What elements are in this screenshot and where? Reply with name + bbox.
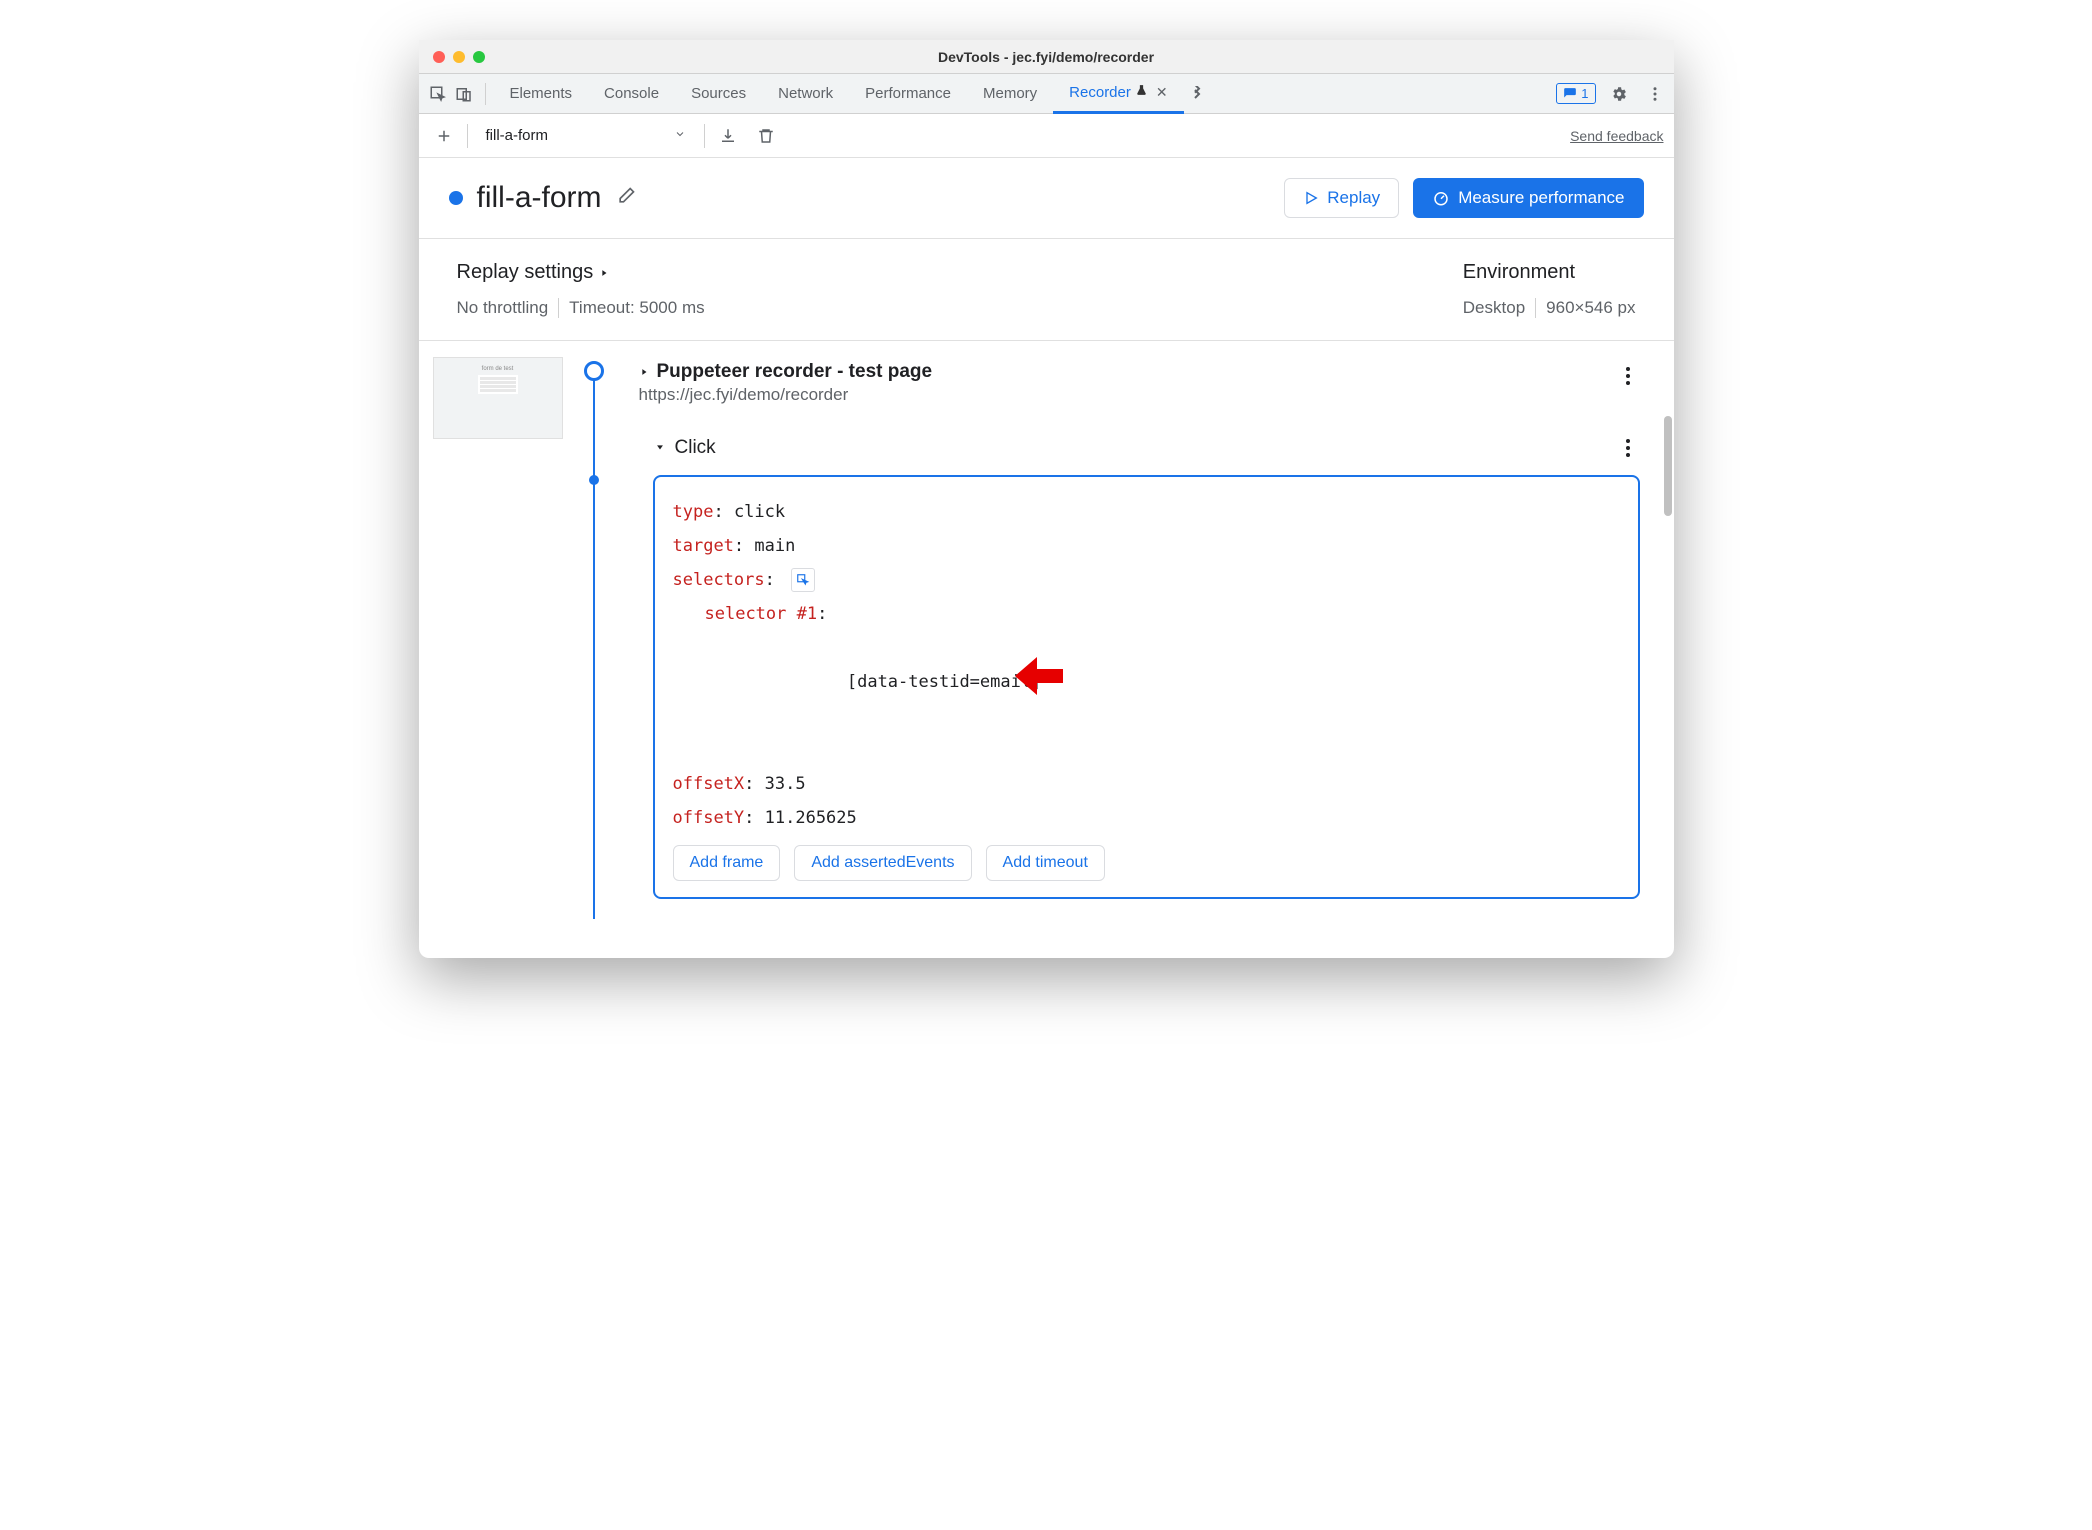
field-selector1-key: selector #1 xyxy=(705,604,818,624)
field-type-key: type xyxy=(673,502,714,522)
device-toggle-icon[interactable] xyxy=(451,81,477,107)
field-target-key: target xyxy=(673,536,734,556)
kebab-menu-icon[interactable] xyxy=(1642,81,1668,107)
tab-console[interactable]: Console xyxy=(588,74,675,114)
step-initial-url: https://jec.fyi/demo/recorder xyxy=(639,385,1616,405)
recording-status-dot xyxy=(449,191,463,205)
devtools-tabs: Elements Console Sources Network Perform… xyxy=(419,74,1674,114)
inspect-icon[interactable] xyxy=(425,81,451,107)
tab-sources[interactable]: Sources xyxy=(675,74,762,114)
recorder-toolbar: fill-a-form Send feedback xyxy=(419,114,1674,158)
measure-button-label: Measure performance xyxy=(1458,188,1624,208)
step-menu-icon[interactable] xyxy=(1616,361,1640,405)
issues-badge[interactable]: 1 xyxy=(1556,83,1595,104)
field-type-value[interactable]: click xyxy=(734,502,785,522)
field-offsety-value[interactable]: 11.265625 xyxy=(765,808,857,828)
measure-performance-button[interactable]: Measure performance xyxy=(1413,178,1643,218)
chevron-down-icon xyxy=(674,127,686,144)
recording-dropdown[interactable]: fill-a-form xyxy=(476,121,696,151)
tab-recorder-label: Recorder xyxy=(1069,84,1131,101)
recording-title: fill-a-form xyxy=(477,181,602,215)
replay-button-label: Replay xyxy=(1327,188,1380,208)
window-titlebar: DevTools - jec.fyi/demo/recorder xyxy=(419,40,1674,74)
tab-memory[interactable]: Memory xyxy=(967,74,1053,114)
field-selectors-key: selectors xyxy=(673,570,765,590)
tab-recorder[interactable]: Recorder ✕ xyxy=(1053,74,1183,114)
issues-count: 1 xyxy=(1581,86,1588,101)
field-offsety-key: offsetY xyxy=(673,808,745,828)
send-feedback-link[interactable]: Send feedback xyxy=(1570,128,1663,144)
page-thumbnail: form de test xyxy=(433,357,563,439)
new-recording-icon[interactable] xyxy=(429,121,459,151)
timeline-area: form de test Puppeteer recorder - test p… xyxy=(419,341,1674,919)
export-icon[interactable] xyxy=(713,121,743,151)
scrollbar[interactable] xyxy=(1664,416,1672,516)
step-initial-toggle[interactable]: Puppeteer recorder - test page xyxy=(639,361,1616,383)
field-target-value[interactable]: main xyxy=(754,536,795,556)
environment-device: Desktop xyxy=(1463,298,1525,318)
timeline-line xyxy=(593,371,595,919)
replay-button[interactable]: Replay xyxy=(1284,178,1399,218)
tab-elements[interactable]: Elements xyxy=(494,74,589,114)
throttling-value[interactable]: No throttling xyxy=(457,298,549,318)
close-tab-icon[interactable]: ✕ xyxy=(1156,84,1168,101)
edit-title-icon[interactable] xyxy=(616,186,636,211)
step-click-label: Click xyxy=(675,437,716,459)
step-click-toggle[interactable] xyxy=(653,439,667,457)
pick-selector-icon[interactable] xyxy=(791,568,815,592)
field-offsetx-key: offsetX xyxy=(673,774,745,794)
timeline-start-marker xyxy=(584,361,604,381)
flask-icon xyxy=(1135,84,1148,101)
tab-network[interactable]: Network xyxy=(762,74,849,114)
environment-title: Environment xyxy=(1463,261,1636,284)
step-click-menu-icon[interactable] xyxy=(1616,433,1640,463)
field-offsetx-value[interactable]: 33.5 xyxy=(765,774,806,794)
window-title: DevTools - jec.fyi/demo/recorder xyxy=(419,49,1674,65)
timeline-step-marker xyxy=(589,475,599,485)
timeout-value[interactable]: Timeout: 5000 ms xyxy=(569,298,704,318)
step-initial-title: Puppeteer recorder - test page xyxy=(657,361,933,383)
recording-header: fill-a-form Replay Measure performance xyxy=(419,158,1674,239)
annotation-arrow xyxy=(893,621,1064,743)
settings-row: Replay settings No throttling Timeout: 5… xyxy=(419,239,1674,341)
add-asserted-events-button[interactable]: Add assertedEvents xyxy=(794,845,971,881)
gear-icon[interactable] xyxy=(1606,81,1632,107)
add-timeout-button[interactable]: Add timeout xyxy=(986,845,1105,881)
step-details-box: type: click target: main selectors: sele… xyxy=(653,475,1640,899)
environment-viewport: 960×546 px xyxy=(1546,298,1635,318)
more-tabs-icon[interactable] xyxy=(1184,81,1210,107)
delete-icon[interactable] xyxy=(751,121,781,151)
add-frame-button[interactable]: Add frame xyxy=(673,845,781,881)
tab-performance[interactable]: Performance xyxy=(849,74,967,114)
replay-settings-toggle[interactable]: Replay settings xyxy=(457,261,705,284)
recording-dropdown-value: fill-a-form xyxy=(486,127,549,144)
